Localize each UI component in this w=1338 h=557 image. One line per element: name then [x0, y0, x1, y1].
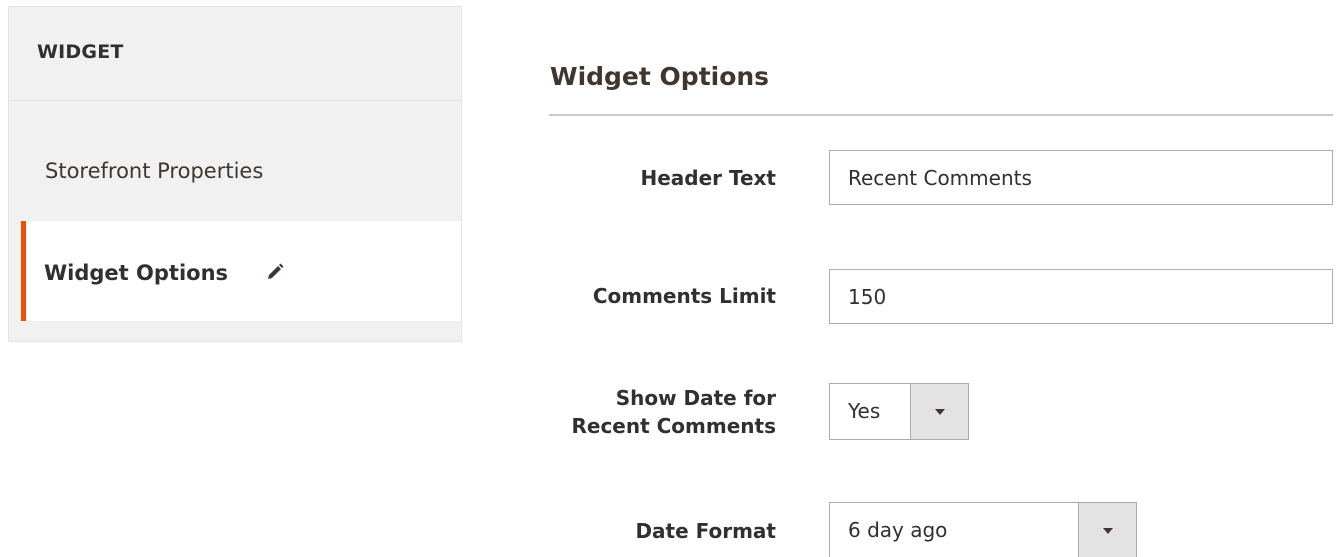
- date-format-select-value: 6 day ago: [848, 518, 948, 542]
- show-date-select[interactable]: Yes: [829, 383, 969, 440]
- header-text-label: Header Text: [640, 166, 776, 190]
- comments-limit-input[interactable]: [829, 269, 1333, 324]
- header-text-input[interactable]: [829, 150, 1333, 205]
- pencil-icon: [265, 262, 285, 287]
- section-divider: [549, 114, 1333, 116]
- sidebar-item-label: Widget Options: [44, 261, 229, 285]
- widget-sidebar: WIDGET Storefront Properties Widget Opti…: [8, 6, 462, 342]
- comments-limit-label: Comments Limit: [592, 284, 776, 308]
- show-date-label-line1: Show Date for: [615, 386, 776, 410]
- show-date-select-toggle[interactable]: [910, 384, 968, 439]
- chevron-down-icon: [1102, 527, 1113, 534]
- show-date-label: Show Date for Recent Comments: [571, 384, 776, 440]
- sidebar-item-label: Storefront Properties: [45, 159, 264, 183]
- show-date-label-line2: Recent Comments: [571, 414, 776, 438]
- date-format-select-toggle[interactable]: [1078, 503, 1136, 557]
- sidebar-item-widget-options[interactable]: Widget Options: [21, 221, 461, 321]
- page: WIDGET Storefront Properties Widget Opti…: [0, 0, 1338, 557]
- date-format-select[interactable]: 6 day ago: [829, 502, 1137, 557]
- section-title: Widget Options: [550, 62, 770, 91]
- date-format-label: Date Format: [635, 519, 776, 543]
- chevron-down-icon: [934, 408, 945, 415]
- sidebar-item-storefront-properties[interactable]: Storefront Properties: [9, 101, 461, 221]
- sidebar-title: WIDGET: [9, 7, 461, 101]
- show-date-select-value: Yes: [848, 399, 881, 423]
